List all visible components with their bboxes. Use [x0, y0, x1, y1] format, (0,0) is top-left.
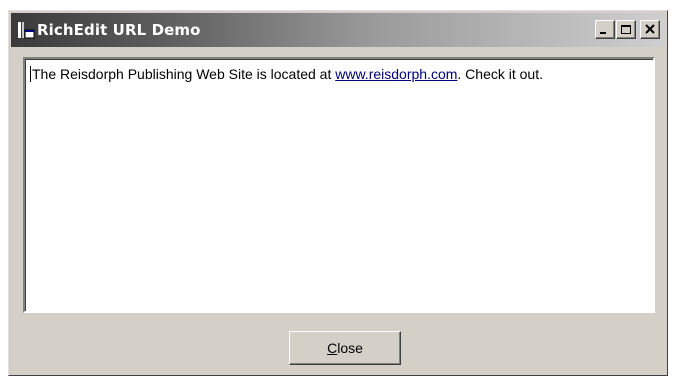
richedit-text-area[interactable]: The Reisdorph Publishing Web Site is loc…: [23, 57, 655, 313]
maximize-icon: [621, 25, 631, 34]
close-button[interactable]: Close: [289, 331, 401, 365]
close-icon: [645, 24, 655, 34]
website-url-link[interactable]: www.reisdorph.com: [335, 66, 457, 82]
editor-text-after: . Check it out.: [457, 66, 543, 82]
app-window-icon[interactable]: [17, 21, 35, 39]
close-window-button[interactable]: [640, 20, 660, 39]
close-button-accelerator: C: [327, 340, 338, 356]
minimize-button[interactable]: [595, 20, 615, 39]
app-window: RichEdit URL Demo The Reisdorph Publishi…: [8, 10, 668, 376]
minimize-icon: [600, 32, 606, 34]
text-caret: [30, 66, 31, 82]
title-bar[interactable]: RichEdit URL Demo: [11, 13, 665, 47]
maximize-button[interactable]: [616, 20, 636, 39]
editor-text-before: The Reisdorph Publishing Web Site is loc…: [32, 66, 336, 82]
close-button-label: lose: [337, 340, 363, 356]
richedit-content: The Reisdorph Publishing Web Site is loc…: [30, 65, 649, 83]
window-title: RichEdit URL Demo: [37, 21, 201, 39]
